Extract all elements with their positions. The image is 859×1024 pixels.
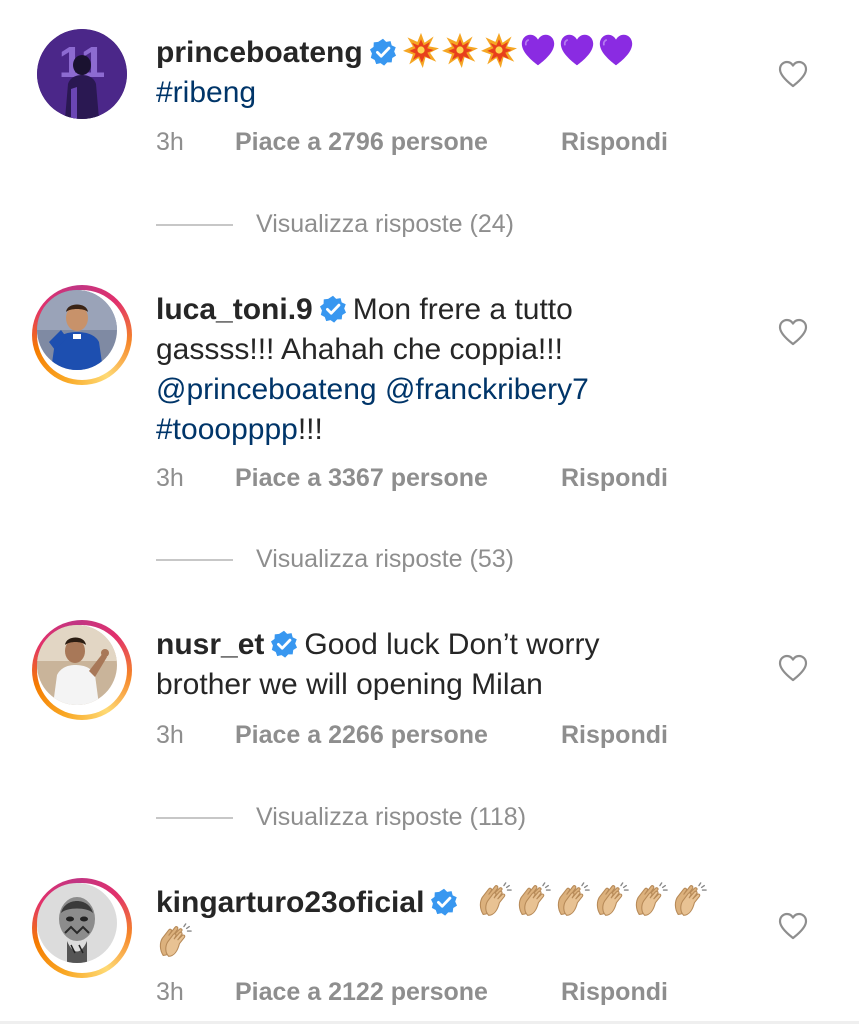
purple-heart-emoji-icon [559,32,595,68]
likes-count-link[interactable]: Piace a 3367 persone [235,461,488,495]
like-heart-icon[interactable] [778,654,808,682]
view-replies-label: Visualizza risposte (53) [256,545,514,573]
comment-text: luca_toni.9 Mon frere a tutto gassss!!! A… [156,290,756,450]
comment-body-line2: gassss!!! Ahahah che coppia!!! [156,333,563,366]
verified-badge-icon [430,888,458,916]
verified-badge-icon [369,38,397,66]
mention-link[interactable]: @princeboateng [156,373,377,406]
tattooed-portrait-avatar-icon [37,883,117,963]
avatar[interactable]: 11 [37,29,127,119]
view-replies-label: Visualizza risposte (118) [256,803,527,831]
verified-badge-icon [270,630,298,658]
view-replies-label: Visualizza risposte (24) [256,210,514,238]
comment-text: princeboateng #ribeng [156,32,756,113]
reply-button[interactable]: Rispondi [561,718,668,752]
avatar[interactable] [32,285,132,385]
likes-count-link[interactable]: Piace a 2796 persone [235,125,488,159]
hashtag-link[interactable]: #ribeng [156,76,256,109]
avatar[interactable] [32,878,132,978]
like-heart-icon[interactable] [778,318,808,346]
collision-emoji-icon [481,32,517,68]
reply-button[interactable]: Rispondi [561,461,668,495]
comment-body-line1: Good luck Don’t worry [304,628,600,661]
verified-badge-icon [319,295,347,323]
clapping-hands-emoji-icon [554,882,590,918]
reply-button[interactable]: Rispondi [561,125,668,159]
clapping-hands-emoji-icon [476,882,512,918]
replies-divider [156,559,233,561]
comment-time: 3h [156,721,184,749]
comment-text: kingarturo23oficial [156,882,756,964]
comment-body-suffix: !!! [297,413,323,446]
comment-username[interactable]: luca_toni.9 [156,293,313,326]
comment-time: 3h [156,464,184,492]
clapping-hands-emoji-icon [593,882,629,918]
collision-emoji-icon [442,32,478,68]
clapping-hands-emoji-icon [515,882,551,918]
comment-time: 3h [156,128,184,156]
comment-text: nusr_et Good luck Don’t worry brother we … [156,625,756,705]
hashtag-link[interactable]: #tooopppp [156,413,298,446]
likes-count-link[interactable]: Piace a 2122 persone [235,975,488,1009]
purple-heart-emoji-icon [598,32,634,68]
replies-divider [156,817,233,819]
clapping-hands-emoji-icon [632,882,668,918]
comment-username[interactable]: kingarturo23oficial [156,886,424,919]
avatar[interactable] [32,620,132,720]
chef-avatar-icon [37,625,117,705]
comment-username[interactable]: princeboateng [156,36,363,69]
jersey-11-purple-avatar-icon: 11 [37,29,127,119]
collision-emoji-icon [403,32,439,68]
replies-divider [156,224,233,226]
comment-body-line2: brother we will opening Milan [156,668,543,701]
like-heart-icon[interactable] [778,912,808,940]
reply-button[interactable]: Rispondi [561,975,668,1009]
comment-body-line1: Mon frere a tutto [352,293,573,326]
purple-heart-emoji-icon [520,32,556,68]
like-heart-icon[interactable] [778,60,808,88]
mention-link[interactable]: @franckribery7 [385,373,589,406]
footballer-avatar-icon [37,290,117,370]
comment-username[interactable]: nusr_et [156,628,264,661]
clapping-hands-emoji-icon [671,882,707,918]
likes-count-link[interactable]: Piace a 2266 persone [235,718,488,752]
clapping-hands-emoji-icon [156,923,192,959]
comment-time: 3h [156,978,184,1006]
